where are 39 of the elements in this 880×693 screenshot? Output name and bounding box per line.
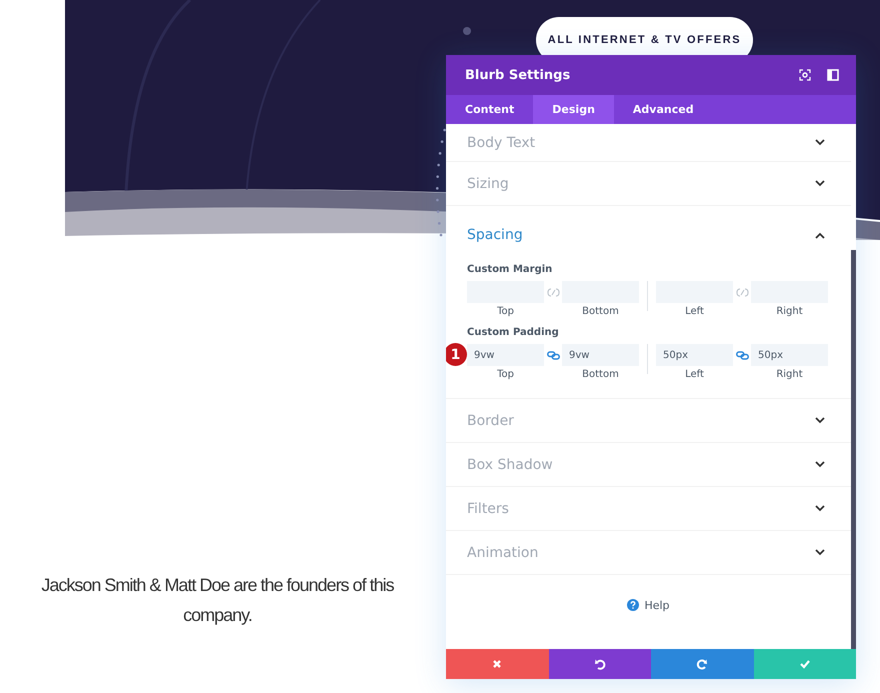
section-title[interactable]: Spacing [467,227,815,243]
tab[interactable]: Advanced [614,95,713,124]
field-label: Bottom [582,369,619,380]
chevron-down-icon[interactable] [815,180,825,187]
spacing-input-field[interactable]: 9vw [467,344,544,366]
field-label: Top [497,306,514,317]
chevron-down-icon[interactable] [815,505,825,512]
chevron-up-icon[interactable] [815,232,825,238]
spacing-input-field[interactable]: 50px [751,344,828,366]
field-label: Left [685,369,704,380]
group-label: Custom Padding [467,327,560,338]
undo-icon [594,658,606,670]
link-icon[interactable] [736,350,748,360]
step-number-badge: 1 [446,343,467,366]
field-label: Right [776,369,803,380]
tab[interactable]: Design [533,95,614,124]
help-icon[interactable] [627,599,640,611]
checkmark-icon [798,658,811,670]
field-label: Left [685,306,704,317]
chevron-down-icon[interactable] [815,461,825,468]
tab[interactable]: Content [446,95,534,124]
link-icon[interactable] [546,350,560,360]
chevron-down-icon[interactable] [815,139,825,146]
focus-icon[interactable] [799,69,811,81]
group-label: Custom Margin [467,264,554,275]
field-label: Right [776,306,803,317]
spacing-input-field[interactable]: 50px [656,344,733,366]
chevron-down-icon[interactable] [815,549,825,556]
redo-icon [696,658,708,670]
close-icon [491,658,504,670]
window-title: Blurb Settings [465,68,572,82]
spacing-input-field[interactable]: 9vw [562,344,639,366]
field-label: Top [497,369,514,380]
scrollbar[interactable] [851,250,856,649]
help-link[interactable]: Help [644,598,670,612]
founders-paragraph: Jackson Smith & Matt Doe are the founders of this company. [40,574,395,627]
field-label: Bottom [582,306,619,317]
sidebar-layout-icon[interactable] [827,69,839,81]
chevron-down-icon[interactable] [815,417,825,424]
